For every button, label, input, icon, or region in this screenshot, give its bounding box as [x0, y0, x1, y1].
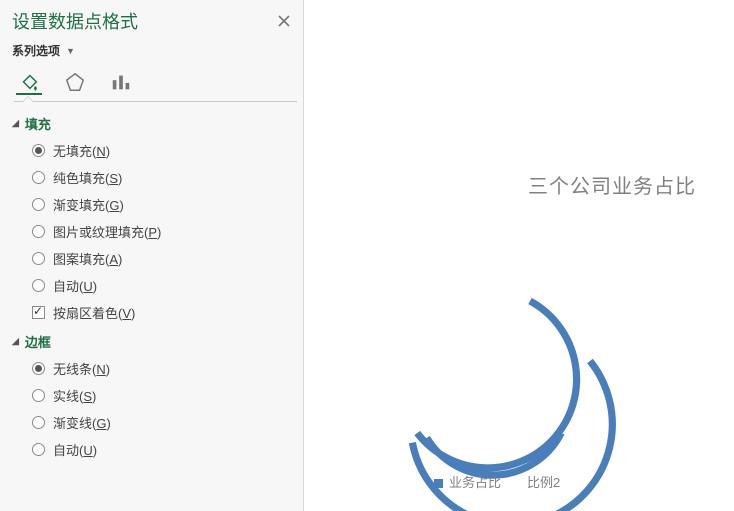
checkbox-option[interactable]: 按扇区着色(V) — [32, 299, 303, 326]
radio-icon — [32, 225, 45, 238]
radio-icon — [32, 389, 45, 402]
radio-icon — [32, 362, 45, 375]
series-options-label: 系列选项 — [12, 42, 60, 59]
option-label: 自动(U) — [53, 440, 97, 459]
panel-title: 设置数据点格式 — [12, 8, 138, 34]
checkbox-icon — [32, 306, 45, 319]
radio-option[interactable]: 渐变线(G) — [32, 409, 303, 436]
radio-option[interactable]: 图案填充(A) — [32, 245, 303, 272]
legend-label: 比例2 — [527, 475, 560, 490]
radio-option[interactable]: 自动(U) — [32, 272, 303, 299]
radio-icon — [32, 279, 45, 292]
effects-tab[interactable] — [62, 69, 88, 95]
radio-option[interactable]: 纯色填充(S) — [32, 164, 303, 191]
radio-option[interactable]: 自动(U) — [32, 436, 303, 463]
format-data-point-panel: 设置数据点格式 系列选项 ▼ ◢ 填充无填充(N) 纯色填充(S) 渐变填充(G) 图片… — [0, 0, 304, 511]
collapse-icon: ◢ — [12, 118, 19, 129]
radio-option[interactable]: 渐变填充(G) — [32, 191, 303, 218]
tab-underline — [14, 101, 297, 102]
options-scroll-area[interactable]: ◢ 填充无填充(N) 纯色填充(S) 渐变填充(G) 图片或纹理填充(P) 图案填充(A)… — [0, 102, 303, 511]
format-category-tabs — [0, 65, 303, 101]
radio-option[interactable]: 实线(S) — [32, 382, 303, 409]
group-label: 边框 — [25, 332, 51, 351]
group-label: 填充 — [25, 114, 51, 133]
option-label: 图案填充(A) — [53, 249, 122, 268]
radio-option[interactable]: 图片或纹理填充(P) — [32, 218, 303, 245]
option-label: 图片或纹理填充(P) — [53, 222, 161, 241]
radio-icon — [32, 171, 45, 184]
chevron-down-icon: ▼ — [66, 46, 75, 56]
radio-icon — [32, 443, 45, 456]
fill-line-tab[interactable] — [16, 69, 42, 95]
legend-item[interactable]: 业务占比 — [434, 472, 501, 491]
panel-header: 设置数据点格式 — [0, 0, 303, 40]
radio-option[interactable]: 无线条(N) — [32, 355, 303, 382]
chart-legend: 业务占比 比例2 — [434, 472, 560, 491]
group-header[interactable]: ◢ 填充 — [12, 108, 303, 137]
chart-preview: 三个公司业务占比 业务占比 比例2 — [304, 0, 734, 511]
option-label: 渐变线(G) — [53, 413, 111, 432]
group-header[interactable]: ◢ 边框 — [12, 326, 303, 355]
option-label: 无线条(N) — [53, 359, 110, 378]
option-label: 纯色填充(S) — [53, 168, 122, 187]
radio-icon — [32, 252, 45, 265]
legend-swatch — [434, 479, 443, 488]
radio-option[interactable]: 无填充(N) — [32, 137, 303, 164]
option-label: 无填充(N) — [53, 141, 110, 160]
option-label: 按扇区着色(V) — [53, 303, 135, 322]
collapse-icon: ◢ — [12, 336, 19, 347]
radio-icon — [32, 416, 45, 429]
option-label: 实线(S) — [53, 386, 96, 405]
option-label: 自动(U) — [53, 276, 97, 295]
radio-icon — [32, 198, 45, 211]
radio-icon — [32, 144, 45, 157]
legend-item[interactable]: 比例2 — [527, 472, 560, 491]
legend-label: 业务占比 — [449, 475, 501, 490]
series-options-dropdown[interactable]: 系列选项 ▼ — [0, 40, 303, 65]
series-options-tab[interactable] — [108, 69, 134, 95]
chart-title: 三个公司业务占比 — [528, 170, 696, 199]
doughnut-chart[interactable] — [374, 265, 614, 505]
option-label: 渐变填充(G) — [53, 195, 124, 214]
close-icon[interactable] — [275, 12, 293, 30]
